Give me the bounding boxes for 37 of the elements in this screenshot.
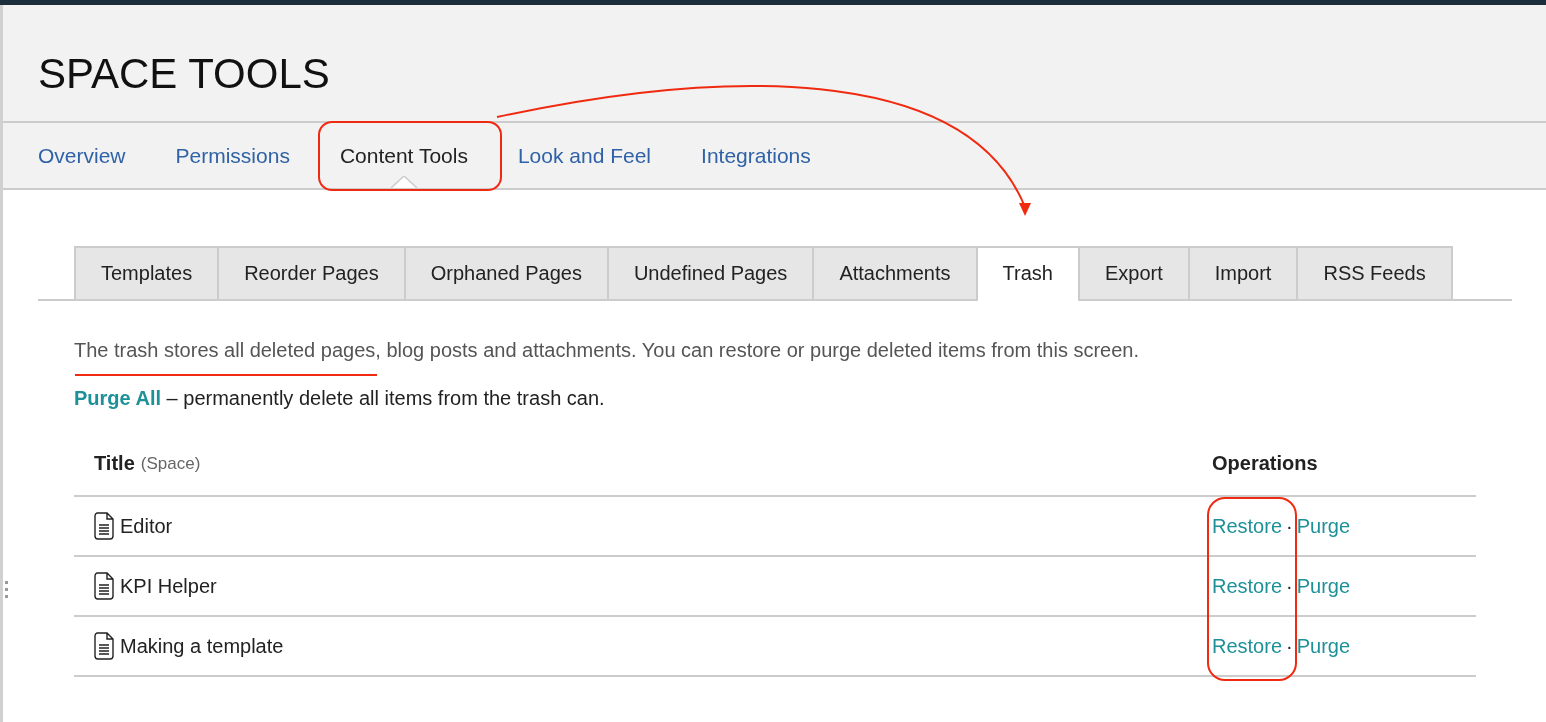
nav-tab[interactable]: Integrations	[701, 143, 811, 168]
content-tab[interactable]: Templates	[74, 246, 218, 299]
page-icon	[94, 572, 114, 600]
column-header: Title	[94, 452, 135, 475]
purge-link[interactable]: Purge	[1296, 574, 1351, 598]
nav-tab[interactable]: Overview	[38, 143, 126, 168]
column-header-note: (Space)	[140, 453, 201, 474]
page-icon	[94, 512, 114, 540]
content-tab[interactable]: Reorder Pages	[217, 246, 404, 299]
purge-link[interactable]: Purge	[1296, 514, 1351, 538]
page-title-cell: KPI Helper	[120, 574, 217, 598]
separator-dot: ·	[1286, 634, 1293, 658]
page-title-cell: Making a template	[120, 634, 284, 658]
trash-description: The trash stores all deleted pages, blog posts and attachments. You can restore or purge deleted items from this screen.	[74, 339, 1141, 362]
purge-all-link[interactable]: Purge All	[74, 387, 162, 409]
nav-tab[interactable]: Permissions	[175, 143, 290, 168]
page-title-cell: Editor	[120, 514, 173, 538]
purge-link[interactable]: Purge	[1296, 634, 1351, 658]
content-tab[interactable]: Attachments	[812, 246, 976, 299]
restore-link[interactable]: Restore	[1212, 634, 1283, 658]
restore-link[interactable]: Restore	[1212, 574, 1283, 598]
column-header: Operations	[1212, 452, 1318, 475]
nav-tab[interactable]: Look and Feel	[517, 143, 652, 168]
page-title: SPACE TOOLS	[38, 49, 330, 98]
content-tab[interactable]: Undefined Pages	[606, 246, 813, 299]
resize-handle-icon[interactable]	[5, 580, 9, 600]
content-tab[interactable]: RSS Feeds	[1296, 246, 1453, 299]
content-tab[interactable]: Orphaned Pages	[403, 246, 607, 299]
nav-tab[interactable]: Content Tools	[339, 143, 468, 168]
separator-dot: ·	[1286, 514, 1293, 538]
separator-dot: ·	[1286, 574, 1293, 598]
restore-link[interactable]: Restore	[1212, 514, 1283, 538]
purge-all-description: Purge All – permanently delete all items from the trash can.	[74, 387, 606, 410]
content-tab[interactable]: Import	[1187, 246, 1297, 299]
page-icon	[94, 632, 114, 660]
content-tab[interactable]: Trash	[975, 246, 1078, 301]
content-tab[interactable]: Export	[1077, 246, 1188, 299]
